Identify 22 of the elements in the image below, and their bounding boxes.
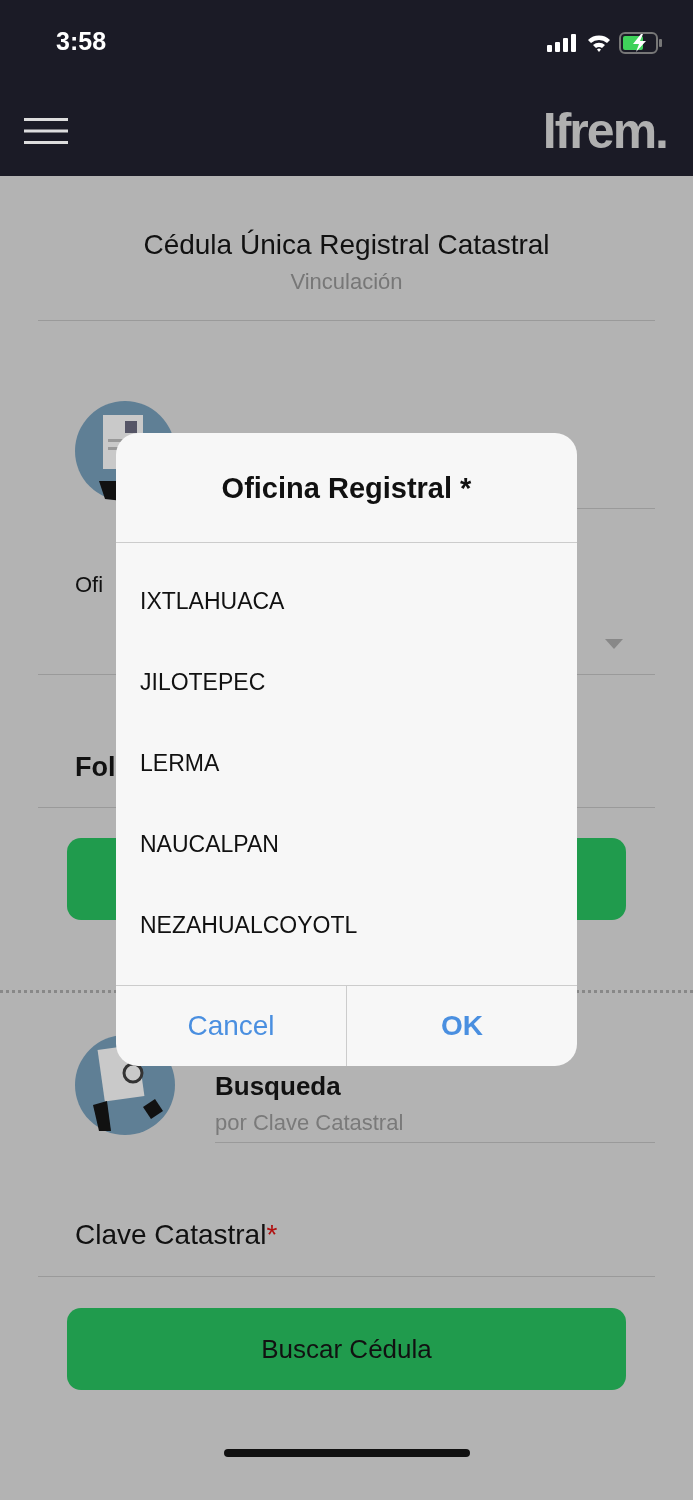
option-item[interactable]: JILOTEPEC <box>116 642 577 723</box>
page-subtitle: Vinculación <box>290 269 403 295</box>
menu-icon[interactable] <box>24 116 68 145</box>
logo: Ifrem. <box>542 101 667 160</box>
dialog-title: Oficina Registral * <box>116 433 577 543</box>
search-button[interactable]: Buscar Cédula <box>67 1308 626 1390</box>
option-item[interactable]: NAUCALPAN <box>116 804 577 885</box>
caret-icon[interactable] <box>605 639 623 649</box>
folio-label: Fol <box>75 752 116 782</box>
option-item[interactable]: NEZAHUALCOYOTL <box>116 885 577 966</box>
cadastral-key-label: Clave Catastral* <box>75 1219 278 1250</box>
option-item[interactable]: LERMA <box>116 723 577 804</box>
section-subtitle: por Clave Catastral <box>215 1110 404 1136</box>
status-time: 3:58 <box>56 27 107 56</box>
page-title: Cédula Única Registral Catastral <box>143 229 550 261</box>
signal-icon <box>547 33 579 52</box>
wifi-icon <box>587 33 611 52</box>
office-label: Ofi <box>75 572 104 597</box>
battery-charging-icon <box>619 31 663 54</box>
section-title: Busqueda <box>215 1071 341 1102</box>
home-indicator[interactable] <box>223 1449 470 1457</box>
option-item[interactable]: IXTLAHUACA <box>116 561 577 642</box>
